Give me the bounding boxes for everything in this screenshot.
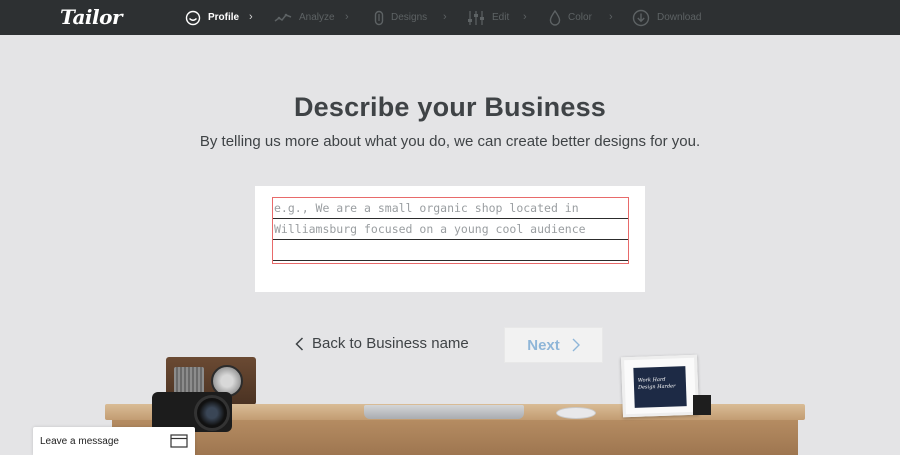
step-designs[interactable]: Designs xyxy=(374,0,427,35)
chevron-right-icon: › xyxy=(443,11,447,23)
step-analyze-label: Analyze xyxy=(299,12,335,23)
next-button[interactable]: Next xyxy=(504,327,603,363)
top-bar: Tailor Profile › Analyze › Designs › Edi… xyxy=(0,0,900,35)
step-edit[interactable]: Edit xyxy=(467,0,509,35)
next-button-label: Next xyxy=(527,336,560,354)
description-card: e.g., We are a small organic shop locate… xyxy=(255,186,645,292)
picture-frame-illustration: Work Hard Design Harder xyxy=(620,354,700,418)
camera-illustration xyxy=(152,392,232,432)
step-edit-label: Edit xyxy=(492,12,510,23)
camera-lens xyxy=(194,395,230,431)
chevron-right-icon: › xyxy=(249,11,253,23)
download-circle-icon xyxy=(632,9,650,26)
back-button-label: Back to Business name xyxy=(312,335,469,352)
chevron-right-icon xyxy=(572,338,580,352)
page-subtitle: By telling us more about what you do, we… xyxy=(199,133,701,150)
sliders-icon xyxy=(468,10,484,25)
leave-message-label: Leave a message xyxy=(40,435,119,447)
placeholder-line-1: e.g., We are a small organic shop locate… xyxy=(273,198,628,219)
chevron-right-icon: › xyxy=(523,11,527,23)
step-download-label: Download xyxy=(657,12,702,23)
frame-text: Work Hard Design Harder xyxy=(637,376,676,391)
smiley-face-icon xyxy=(185,10,201,25)
chevron-left-icon xyxy=(295,336,304,351)
step-color-label: Color xyxy=(568,12,592,23)
paperclip-icon xyxy=(374,10,384,25)
speaker-grille xyxy=(174,367,204,395)
drop-icon xyxy=(549,9,561,26)
business-description-input[interactable]: e.g., We are a small organic shop locate… xyxy=(272,197,629,264)
step-download[interactable]: Download xyxy=(632,0,701,35)
input-line-3 xyxy=(273,240,628,261)
chat-window-icon xyxy=(170,434,188,448)
step-profile[interactable]: Profile xyxy=(185,0,239,35)
laptop-illustration xyxy=(364,405,524,419)
chevron-right-icon: › xyxy=(345,11,349,23)
step-color[interactable]: Color xyxy=(549,0,592,35)
step-analyze[interactable]: Analyze xyxy=(274,0,335,35)
pulse-line-icon xyxy=(274,13,292,22)
back-button[interactable]: Back to Business name xyxy=(295,335,469,352)
chevron-right-icon: › xyxy=(609,11,613,23)
step-profile-label: Profile xyxy=(208,12,240,23)
mouse-illustration xyxy=(556,407,596,419)
page-title: Describe your Business xyxy=(293,92,607,122)
tailor-logo[interactable]: Tailor xyxy=(60,5,123,29)
leave-message-widget[interactable]: Leave a message xyxy=(33,427,195,455)
frame-picture: Work Hard Design Harder xyxy=(633,366,687,408)
step-designs-label: Designs xyxy=(391,12,428,23)
placeholder-line-2: Williamsburg focused on a young cool aud… xyxy=(273,219,628,240)
box-illustration xyxy=(693,395,711,415)
